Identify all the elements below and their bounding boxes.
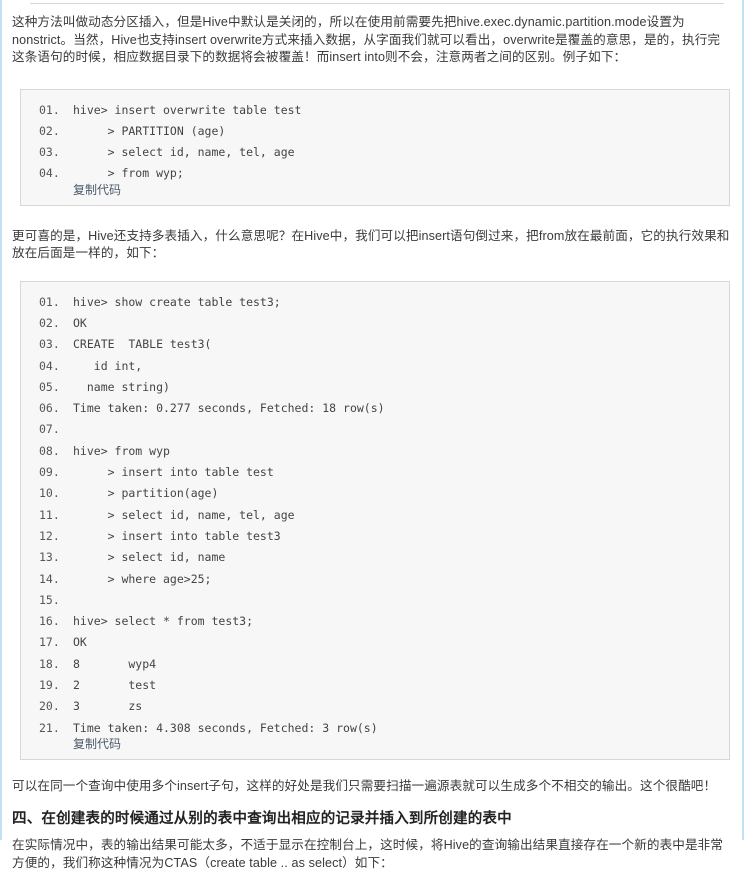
code-line: 12. > insert into table test3: [21, 526, 729, 547]
code-line-text: 2 test: [73, 678, 157, 693]
code-line-number: 21.: [39, 720, 60, 735]
code-line: 15.: [21, 590, 729, 611]
code-block-multi-insert: 01. hive> show create table test3; 02. OK …: [20, 280, 730, 760]
code-line-text: 8 wyp4: [73, 656, 157, 671]
code-line: 17. OK: [21, 632, 729, 653]
code-line-text: > select id, name: [73, 550, 226, 565]
code-line: 02. > PARTITION (age): [21, 121, 729, 142]
code-line-text: OK: [73, 315, 87, 330]
code-line: 09. > insert into table test: [21, 462, 729, 483]
code-line-text: Time taken: 4.308 seconds, Fetched: 3 ro…: [73, 720, 378, 735]
code-line: 16. hive> select * from test3;: [21, 611, 729, 632]
code-line-number: 05.: [39, 379, 60, 394]
code-line: 10. > partition(age): [21, 483, 729, 504]
code-line-text: > insert into table test3: [73, 528, 281, 543]
code-line: 20. 3 zs: [21, 696, 729, 717]
code-line-number: 01.: [39, 102, 60, 117]
code-line-text: hive> select * from test3;: [73, 614, 254, 629]
code-line-number: 03.: [39, 145, 60, 160]
code-line: 13. > select id, name: [21, 547, 729, 568]
code-line-text: 3 zs: [73, 699, 143, 714]
code-line-number: 17.: [39, 635, 60, 650]
code-line-number: 20.: [39, 699, 60, 714]
code-line-number: 02.: [39, 123, 60, 138]
code-line-number: 08.: [39, 443, 60, 458]
article-body: 这种方法叫做动态分区插入，但是Hive中默认是关闭的，所以在使用前需要先把hiv…: [12, 14, 732, 872]
copy-code-link[interactable]: 复制代码: [73, 183, 121, 197]
code-line-number: 06.: [39, 401, 60, 416]
code-line: 02. OK: [21, 313, 729, 334]
code-line-number: 07.: [39, 422, 60, 437]
code-line-text: Time taken: 0.277 seconds, Fetched: 18 r…: [73, 401, 385, 416]
code-line-list: 01. hive> insert overwrite table test 02.…: [21, 100, 729, 185]
code-line-text: CREATE TABLE test3(: [73, 337, 212, 352]
code-line-number: 11.: [39, 507, 60, 522]
code-line-number: 04.: [39, 358, 60, 373]
code-line: 14. > where age>25;: [21, 569, 729, 590]
code-line: 05. name string): [21, 377, 729, 398]
paragraph-ctas: 在实际情况中，表的输出结果可能太多，不适于显示在控制台上，这时候，将Hive的查…: [12, 838, 724, 870]
code-line-number: 19.: [39, 678, 60, 693]
code-line-text: id int,: [73, 358, 143, 373]
code-line: 04. id int,: [21, 356, 729, 377]
code-line-number: 14.: [39, 571, 60, 586]
code-line-text: > PARTITION (age): [73, 123, 226, 138]
code-line-text: hive> from wyp: [73, 443, 170, 458]
code-line-number: 15.: [39, 592, 60, 607]
code-line-text: hive> show create table test3;: [73, 294, 281, 309]
code-line: 18. 8 wyp4: [21, 654, 729, 675]
code-line-text: > from wyp;: [73, 166, 184, 181]
code-line-number: 10.: [39, 486, 60, 501]
code-line-list: 01. hive> show create table test3; 02. OK …: [21, 292, 729, 739]
code-line-number: 01.: [39, 294, 60, 309]
code-line: 03. > select id, name, tel, age: [21, 142, 729, 163]
code-line-text: > select id, name, tel, age: [73, 507, 295, 522]
code-line-number: 03.: [39, 337, 60, 352]
code-block-insert-overwrite: 01. hive> insert overwrite table test 02.…: [20, 88, 730, 206]
code-line-number: 02.: [39, 315, 60, 330]
code-line: 11. > select id, name, tel, age: [21, 505, 729, 526]
code-line: 01. hive> show create table test3;: [21, 292, 729, 313]
code-line-number: 04.: [39, 166, 60, 181]
code-line: 08. hive> from wyp: [21, 441, 729, 462]
code-line-text: > where age>25;: [73, 571, 212, 586]
code-line-number: 16.: [39, 614, 60, 629]
code-line: 01. hive> insert overwrite table test: [21, 100, 729, 121]
copy-code-link[interactable]: 复制代码: [73, 737, 121, 751]
code-line-number: 09.: [39, 465, 60, 480]
code-line: 07.: [21, 419, 729, 440]
paragraph-after-second-code: 可以在同一个查询中使用多个insert子句，这样的好处是我们只需要扫描一遍源表就…: [12, 778, 717, 793]
code-line-text: OK: [73, 635, 87, 650]
top-divider-rule: [30, 3, 724, 4]
code-line: 06. Time taken: 0.277 seconds, Fetched: 1…: [21, 398, 729, 419]
code-line-number: 12.: [39, 528, 60, 543]
code-line-text: > partition(age): [73, 486, 219, 501]
paragraph-intro: 这种方法叫做动态分区插入，但是Hive中默认是关闭的，所以在使用前需要先把hiv…: [12, 15, 721, 64]
code-line-number: 13.: [39, 550, 60, 565]
code-line-number: 18.: [39, 656, 60, 671]
code-line-text: > select id, name, tel, age: [73, 145, 295, 160]
code-line: 19. 2 test: [21, 675, 729, 696]
code-line: 03. CREATE TABLE test3(: [21, 334, 729, 355]
code-line-text: hive> insert overwrite table test: [73, 102, 302, 117]
paragraph-multi-insert: 更可喜的是，Hive还支持多表插入，什么意思呢？在Hive中，我们可以把inse…: [12, 228, 730, 261]
code-line-text: name string): [73, 379, 170, 394]
article-page-frame: 这种方法叫做动态分区插入，但是Hive中默认是关闭的，所以在使用前需要先把hiv…: [0, 0, 744, 870]
section-heading-4: 四、在创建表的时候通过从别的表中查询出相应的记录并插入到所创建的表中: [12, 811, 512, 828]
code-line-text: > insert into table test: [73, 465, 274, 480]
